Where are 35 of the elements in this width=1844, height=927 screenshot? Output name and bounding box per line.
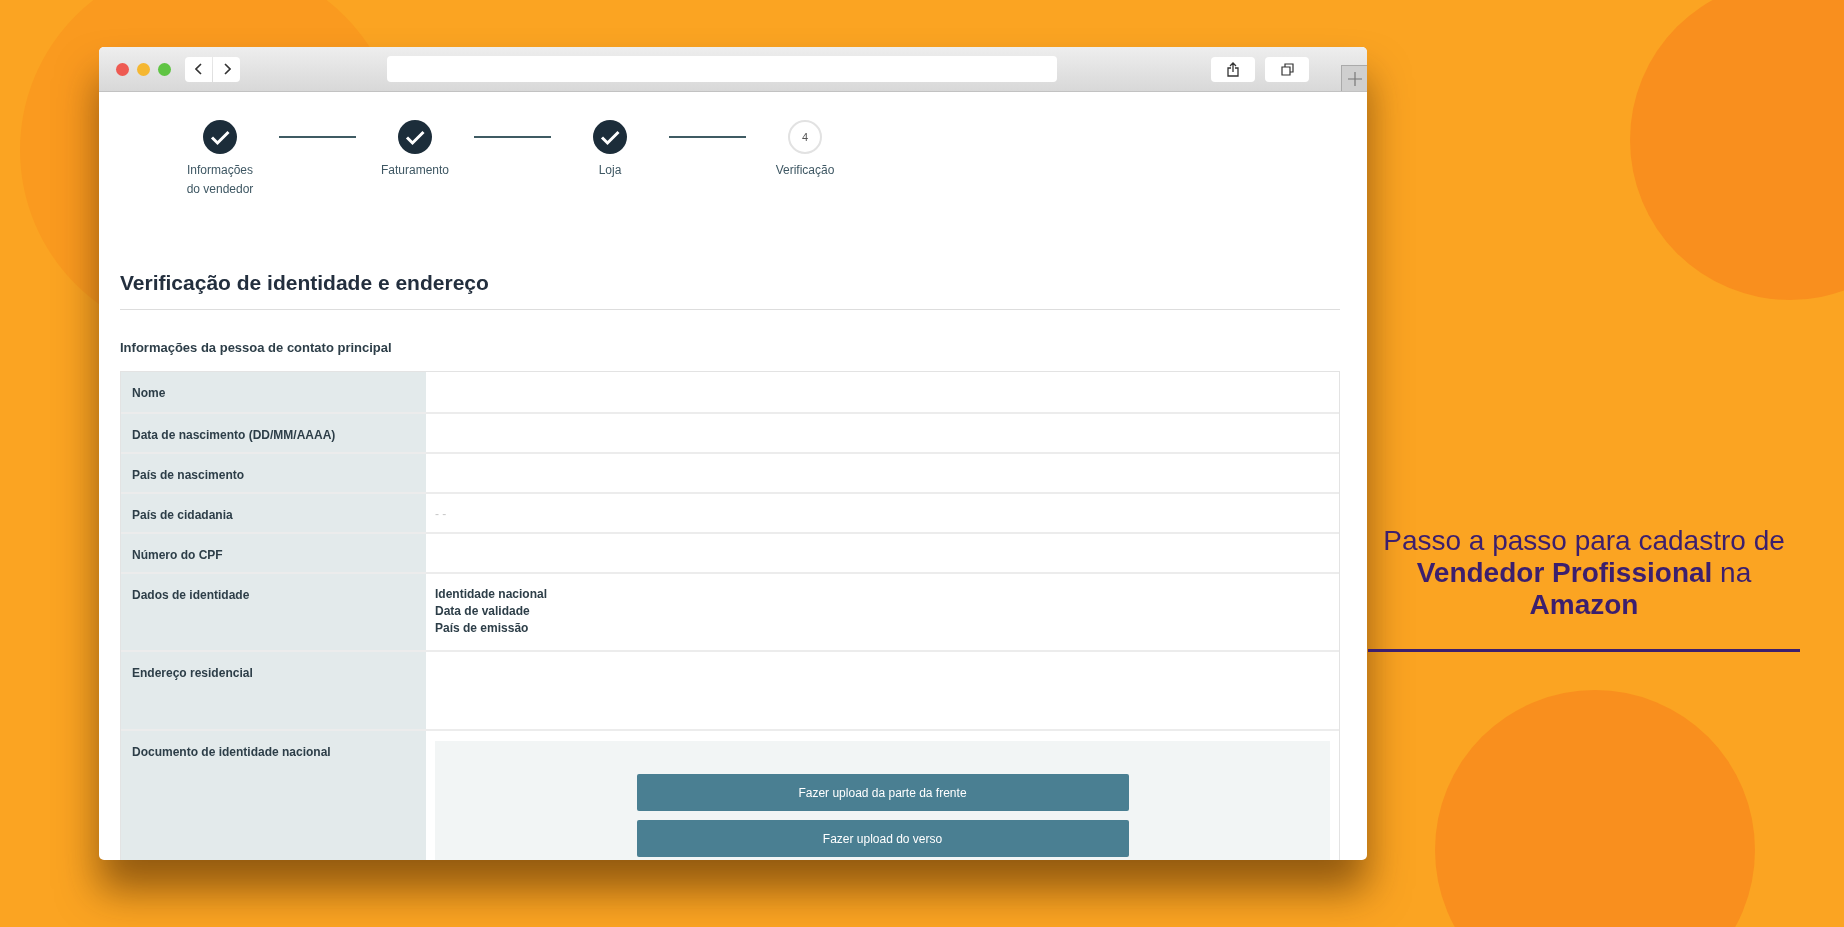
plus-icon: [1347, 71, 1362, 86]
field-label: Endereço residencial: [132, 666, 253, 680]
section-title: Verificação de identidade e endereço: [120, 267, 1340, 310]
forward-button[interactable]: [213, 56, 240, 82]
step-label: Verificação: [774, 162, 836, 179]
field-label: Nome: [132, 386, 166, 400]
share-icon: [1227, 61, 1239, 77]
step-number: 4: [788, 120, 822, 154]
tabs-button[interactable]: [1265, 56, 1309, 82]
back-button[interactable]: [185, 56, 212, 82]
upload-button[interactable]: Fazer upload do verso: [636, 820, 1129, 857]
field-label: Dados de identidade: [132, 588, 250, 602]
field-label: País de nascimento: [132, 468, 245, 482]
chevron-left-icon: [194, 63, 203, 75]
subsection-title: Informações da pessoa de contato principal: [120, 338, 393, 357]
field-label: Documento de identidade nacional: [132, 745, 331, 759]
step-label: Loja: [597, 162, 623, 179]
close-icon[interactable]: [116, 62, 129, 76]
field-label: Número do CPF: [132, 548, 223, 562]
field-value: - -: [435, 507, 447, 521]
upload-button[interactable]: Fazer upload da parte da frente: [636, 774, 1129, 811]
share-button[interactable]: [1211, 56, 1255, 82]
promo-text: Passo a passo para cadastro de Vendedor Profissional na Amazon: [1382, 525, 1786, 621]
step-label: Informações do vendedor: [185, 162, 255, 198]
minimize-icon[interactable]: [137, 62, 150, 76]
new-tab-button[interactable]: [1341, 65, 1367, 91]
field-value: Data de validade: [435, 603, 530, 620]
field-label: País de cidadania: [132, 508, 233, 522]
tabs-icon: [1280, 62, 1294, 76]
field-value: Identidade nacional: [435, 586, 548, 603]
maximize-icon[interactable]: [158, 62, 171, 76]
step-label: Faturamento: [379, 162, 450, 179]
field-label: Data de nascimento (DD/MM/AAAA): [132, 428, 336, 442]
chevron-right-icon: [222, 63, 231, 75]
field-value: País de emissão: [435, 620, 529, 637]
